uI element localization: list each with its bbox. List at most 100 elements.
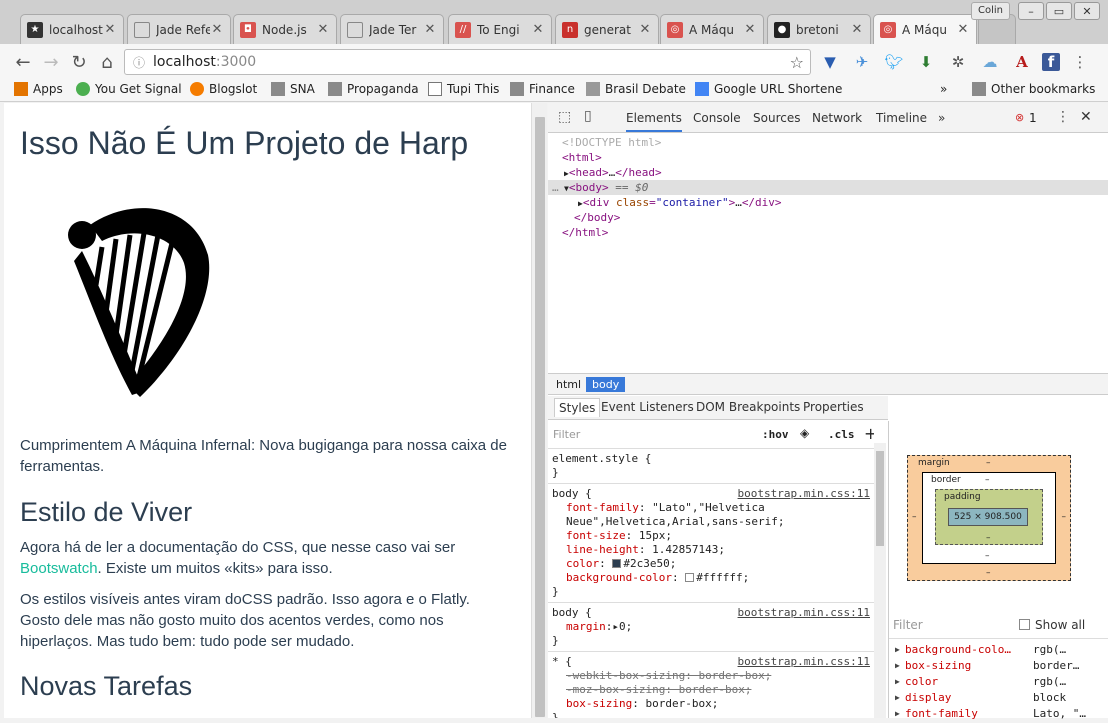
home-icon[interactable]: ⌂: [96, 52, 118, 73]
computed-row[interactable]: ▶ box-sizing border…: [889, 658, 1108, 674]
expand-icon[interactable]: ▶: [895, 690, 900, 706]
expand-icon[interactable]: ▶: [895, 674, 900, 690]
dom-head[interactable]: ▶<head>…</head>: [548, 165, 1108, 180]
expand-icon[interactable]: ▶: [895, 658, 900, 674]
close-tab-icon[interactable]: ✕: [850, 22, 864, 37]
style-declaration[interactable]: -webkit-box-sizing: border-box;: [552, 669, 870, 683]
computed-row[interactable]: ▶ background-colo… rgb(…: [889, 642, 1108, 658]
error-icon[interactable]: ⊗: [1015, 111, 1024, 124]
color-swatch[interactable]: [612, 559, 622, 568]
minimize-button[interactable]: –: [1018, 2, 1044, 20]
forward-icon[interactable]: →: [40, 52, 62, 73]
rule-source-link[interactable]: bootstrap.min.css:11: [738, 606, 870, 620]
inspect-icon[interactable]: ⬚: [558, 109, 571, 125]
bootswatch-link[interactable]: Bootswatch: [20, 560, 98, 577]
subtab-event-listeners[interactable]: Event Listeners: [601, 400, 694, 414]
page-scrollbar[interactable]: [531, 103, 547, 718]
bookmark-2[interactable]: Blogslot: [190, 82, 257, 96]
tab-3[interactable]: Jade Ter ✕: [340, 14, 444, 44]
computed-row[interactable]: ▶ font-family Lato, "…: [889, 706, 1108, 722]
new-rule-icon[interactable]: +: [864, 424, 874, 443]
style-declaration[interactable]: line-height: 1.42857143;: [552, 543, 870, 557]
page-info-icon[interactable]: ⓘ: [133, 54, 145, 71]
twitter-icon[interactable]: 🐦︎: [882, 50, 906, 74]
style-declaration[interactable]: Neue",Helvetica,Arial,sans-serif;: [552, 515, 870, 529]
bookmark-star-icon[interactable]: ☆: [790, 53, 804, 72]
bookmark-4[interactable]: Propaganda: [328, 82, 419, 96]
expand-icon[interactable]: ▶: [895, 706, 900, 722]
dom-doctype[interactable]: <!DOCTYPE html>: [548, 135, 1108, 150]
box-margin[interactable]: margin – – – – border – – padding – 525 …: [907, 455, 1071, 581]
dom-div-container[interactable]: ▶<div class="container">…</div>: [548, 195, 1108, 210]
style-declaration[interactable]: font-family: "Lato","Helvetica: [552, 501, 870, 515]
bookmark-0[interactable]: Apps: [14, 82, 63, 96]
tab-2[interactable]: ◘ Node.js ✕: [233, 14, 337, 44]
computed-filter-input[interactable]: Filter: [893, 618, 923, 632]
style-rule[interactable]: body {bootstrap.min.css:11 margin:▸0;}: [548, 603, 874, 652]
color-swatch[interactable]: [685, 573, 695, 582]
style-declaration[interactable]: margin:▸0;: [552, 620, 870, 634]
computed-row[interactable]: ▶ color rgb(…: [889, 674, 1108, 690]
close-tab-icon[interactable]: ✕: [743, 22, 757, 37]
back-icon[interactable]: ←: [12, 52, 34, 73]
close-tab-icon[interactable]: ✕: [210, 22, 224, 37]
close-tab-icon[interactable]: ✕: [423, 22, 437, 37]
gear-extension-icon[interactable]: ✲: [946, 50, 970, 74]
toggle-element-state-icon[interactable]: ◈: [800, 426, 809, 440]
dom-body-close[interactable]: </body>: [548, 210, 1108, 225]
facebook-icon[interactable]: f: [1042, 53, 1060, 71]
close-window-button[interactable]: ✕: [1074, 2, 1100, 20]
cls-button[interactable]: .cls: [828, 428, 855, 441]
tab-elements[interactable]: Elements: [626, 111, 682, 132]
style-rule[interactable]: * {bootstrap.min.css:11 -webkit-box-sizin…: [548, 652, 874, 718]
close-tab-icon[interactable]: ✕: [316, 22, 330, 37]
expand-icon[interactable]: ▶: [895, 642, 900, 658]
box-border[interactable]: border – – padding – 525 × 908.500: [922, 472, 1056, 564]
bookmark-9[interactable]: »: [940, 82, 947, 96]
dom-html-close[interactable]: </html>: [548, 225, 1108, 240]
acrobat-icon[interactable]: A: [1010, 50, 1034, 74]
style-declaration[interactable]: color: #2c3e50;: [552, 557, 870, 571]
tab-4[interactable]: // To Engi ✕: [448, 14, 552, 44]
bookmark-3[interactable]: SNA: [271, 82, 315, 96]
menu-icon[interactable]: ⋮: [1068, 50, 1092, 74]
styles-filter-input[interactable]: Filter: [553, 428, 580, 441]
bookmark-1[interactable]: You Get Signal: [76, 82, 182, 96]
tab-7[interactable]: ● bretoni ✕: [767, 14, 871, 44]
styles-scrollbar-thumb[interactable]: [876, 451, 884, 546]
style-declaration[interactable]: font-size: 15px;: [552, 529, 870, 543]
close-tab-icon[interactable]: ✕: [103, 22, 117, 37]
hover-state-button[interactable]: :hov: [762, 428, 789, 441]
bookmark-10[interactable]: Other bookmarks: [972, 82, 1095, 96]
tab-network[interactable]: Network: [812, 111, 862, 125]
rule-source-link[interactable]: bootstrap.min.css:11: [738, 655, 870, 669]
dom-html[interactable]: <html>: [548, 150, 1108, 165]
computed-row[interactable]: ▶ display block: [889, 690, 1108, 706]
subtab-properties[interactable]: Properties: [803, 400, 864, 414]
reload-icon[interactable]: ↻: [68, 52, 90, 73]
crumb-body[interactable]: body: [586, 377, 626, 392]
download-extension-icon[interactable]: ⬇: [914, 50, 938, 74]
more-tabs-icon[interactable]: »: [938, 111, 945, 125]
style-declaration[interactable]: background-color: #ffffff;: [552, 571, 870, 585]
close-tab-icon[interactable]: ✕: [638, 22, 652, 37]
bird-extension-icon[interactable]: ✈: [850, 50, 874, 74]
profile-button[interactable]: Colin: [971, 2, 1010, 20]
tab-sources[interactable]: Sources: [753, 111, 800, 125]
style-rule[interactable]: element.style {}: [548, 449, 874, 484]
tab-1[interactable]: Jade Refe ✕: [127, 14, 231, 44]
page-scrollbar-thumb[interactable]: [535, 117, 545, 717]
rule-source-link[interactable]: bootstrap.min.css:11: [738, 487, 870, 501]
device-mode-icon[interactable]: ▯: [584, 108, 592, 124]
tab-timeline[interactable]: Timeline: [876, 111, 927, 125]
style-declaration[interactable]: -moz-box-sizing: border-box;: [552, 683, 870, 697]
tab-0[interactable]: ★ localhost ✕: [20, 14, 124, 44]
style-declaration[interactable]: box-sizing: border-box;: [552, 697, 870, 711]
close-devtools-icon[interactable]: ✕: [1080, 109, 1092, 125]
bookmark-8[interactable]: Google URL Shortene: [695, 82, 842, 96]
bookmark-7[interactable]: Brasil Debate: [586, 82, 686, 96]
tab-6[interactable]: ◎ A Máqu ✕: [660, 14, 764, 44]
box-padding[interactable]: padding – 525 × 908.500: [935, 489, 1043, 545]
bookmark-6[interactable]: Finance: [510, 82, 575, 96]
box-content[interactable]: 525 × 908.500: [948, 508, 1028, 526]
